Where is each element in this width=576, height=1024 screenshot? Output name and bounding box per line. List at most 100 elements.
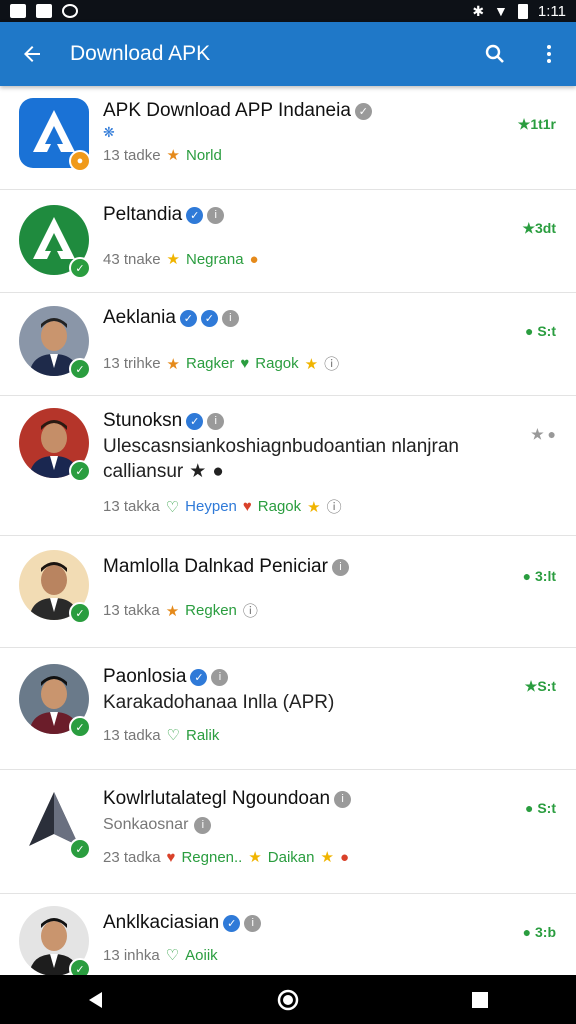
item-meta: 13 takka ★ Regken ⓘ xyxy=(103,602,258,620)
heart-icon: ♥ xyxy=(166,848,176,866)
info-icon: i xyxy=(244,914,262,932)
list-item[interactable]: ✓ Anklkaciasian ✓ i 13 inhka ♡ Aoiik ● 3:b xyxy=(0,894,576,975)
star-icon: ★ xyxy=(166,355,180,373)
item-name: Peltandia ✓ i xyxy=(103,204,225,226)
search-icon xyxy=(485,44,504,63)
item-rating: ● 3:b xyxy=(522,924,556,940)
heart-outline-icon: ♡ xyxy=(166,727,180,744)
wifi-icon: ▼ xyxy=(494,3,508,19)
list-item[interactable]: ✓ Aeklania ✓ ✓ i 13 trihke ★ Ragker ♥ Ragok ★ ⓘ ●… xyxy=(0,293,576,396)
item-meta: 43 tnake ★ Negrana ● xyxy=(103,250,259,269)
item-subtitle: Sonkaosnar i xyxy=(103,816,212,834)
info-icon: ⓘ xyxy=(326,499,342,516)
app-icon: ✓ xyxy=(19,205,91,279)
heart-outline-icon: ♡ xyxy=(165,498,180,516)
verified-icon: ✓ xyxy=(190,668,208,686)
item-subtitle: Karakadohanaa Inlla (APR) xyxy=(103,692,335,713)
star-icon: ★ xyxy=(166,251,180,268)
item-meta: 13 trihke ★ Ragker ♥ Ragok ★ ⓘ xyxy=(103,355,340,373)
page-title: Download APK xyxy=(70,42,211,65)
verified-icon: ✓ xyxy=(186,412,204,430)
item-rating: ★3dt xyxy=(522,220,556,236)
avatar: ✓ xyxy=(19,306,91,380)
verified-icon: ✓ xyxy=(179,309,197,327)
status-notification-icons xyxy=(10,4,78,18)
item-name: Kowlrlutalategl Ngoundoan i xyxy=(103,788,352,810)
info-icon: ⓘ xyxy=(324,356,340,373)
item-name: Paonlosia ✓ i xyxy=(103,666,229,688)
back-triangle-icon xyxy=(89,991,102,1008)
item-meta: 13 tadka ♡ Ralik xyxy=(103,726,220,745)
list-item[interactable]: ✓ Peltandia ✓ i 43 tnake ★ Negrana ● ★3dt xyxy=(0,190,576,293)
list-item[interactable]: ● APK Download APP Indaneia ✓ ❋ 13 tadke ★… xyxy=(0,86,576,190)
coin-icon: ● xyxy=(339,848,350,866)
star-icon: ★ xyxy=(166,147,180,164)
item-subtitle-2: calliansur ★ ● xyxy=(103,460,224,483)
nav-recents-button[interactable] xyxy=(450,980,510,1020)
star-icon: ★ xyxy=(248,849,262,866)
back-button[interactable] xyxy=(0,22,64,86)
avatar: ✓ xyxy=(19,664,91,738)
list-item[interactable]: ✓ Paonlosia ✓ i Karakadohanaa Inlla (APR) … xyxy=(0,648,576,770)
verified-icon: ✓ xyxy=(223,914,241,932)
item-rating: ★1t1r xyxy=(517,116,556,132)
list-item[interactable]: ✓ Stunoksn ✓ i Ulescasnsiankoshiagnbudoant… xyxy=(0,396,576,536)
check-badge-icon: ✓ xyxy=(69,838,91,860)
check-badge-icon: ✓ xyxy=(69,716,91,738)
notification-icon xyxy=(36,4,52,18)
item-rating: ● S:t xyxy=(524,323,556,339)
check-badge-icon: ✓ xyxy=(69,358,91,380)
item-badge-icon: ❋ xyxy=(103,124,115,140)
overflow-menu-button[interactable] xyxy=(522,22,576,86)
battery-icon xyxy=(517,3,528,19)
emoji-icon: ● xyxy=(212,460,224,482)
list-item[interactable]: ✓ Mamlolla Dalnkad Peniciar i 13 takka ★ Re… xyxy=(0,536,576,648)
item-meta: 13 inhka ♡ Aoiik xyxy=(103,946,218,965)
check-badge-icon: ✓ xyxy=(69,257,91,279)
heart-icon: ♥ xyxy=(240,355,250,372)
nav-home-button[interactable] xyxy=(258,980,318,1020)
coin-icon: ● xyxy=(249,250,259,268)
item-rating: ★S:t xyxy=(524,678,556,694)
item-name: Stunoksn ✓ i xyxy=(103,410,225,432)
more-vert-icon xyxy=(547,45,551,63)
item-rating: ● 3:lt xyxy=(522,568,556,584)
recents-square-icon xyxy=(472,991,488,1008)
star-icon: ★ xyxy=(304,355,319,373)
item-meta: 23 tadka ♥ Regnen.. ★ Daikan ★ ● xyxy=(103,848,350,867)
star-icon: ★ xyxy=(307,498,321,516)
sync-icon xyxy=(62,4,78,18)
app-list: ● APK Download APP Indaneia ✓ ❋ 13 tadke ★… xyxy=(0,86,576,975)
info-icon: i xyxy=(211,668,229,686)
star-icon: ★ xyxy=(320,849,334,866)
verified-icon: ✓ xyxy=(186,206,204,224)
item-rating: ● S:t xyxy=(524,800,556,816)
verified-icon: ✓ xyxy=(354,102,372,120)
check-badge-icon: ✓ xyxy=(69,460,91,482)
item-meta: 13 tadke ★ Norld xyxy=(103,146,222,165)
item-name: Aeklania ✓ ✓ i xyxy=(103,307,239,329)
bluetooth-icon: ✱ xyxy=(472,2,485,19)
item-name: Mamlolla Dalnkad Peniciar i xyxy=(103,556,349,578)
heart-outline-icon: ♡ xyxy=(165,947,180,964)
home-circle-icon xyxy=(277,989,299,1010)
status-bar: ✱ ▼ 1:11 xyxy=(0,0,576,22)
info-icon: i xyxy=(194,816,212,834)
item-name: APK Download APP Indaneia ✓ xyxy=(103,100,372,122)
info-icon: i xyxy=(207,412,225,430)
avatar: ✓ xyxy=(19,550,91,624)
item-subtitle: Ulescasnsiankoshiagnbudoantian nlanjran xyxy=(103,436,459,457)
notification-icon xyxy=(10,4,26,18)
star-icon: ★ xyxy=(165,602,180,620)
app-icon: ✓ xyxy=(19,786,91,860)
list-item[interactable]: ✓ Kowlrlutalategl Ngoundoan i Sonkaosnar i… xyxy=(0,770,576,894)
update-badge-icon: ● xyxy=(69,150,91,172)
check-badge-icon: ✓ xyxy=(69,958,91,975)
nav-back-button[interactable] xyxy=(66,980,126,1020)
search-button[interactable] xyxy=(468,22,522,86)
system-nav-bar xyxy=(0,975,576,1024)
emoji-icon: ★ xyxy=(189,461,207,482)
avatar: ✓ xyxy=(19,408,91,482)
app-bar: Download APK xyxy=(0,22,576,86)
status-system-icons: ✱ ▼ 1:11 xyxy=(472,3,566,20)
